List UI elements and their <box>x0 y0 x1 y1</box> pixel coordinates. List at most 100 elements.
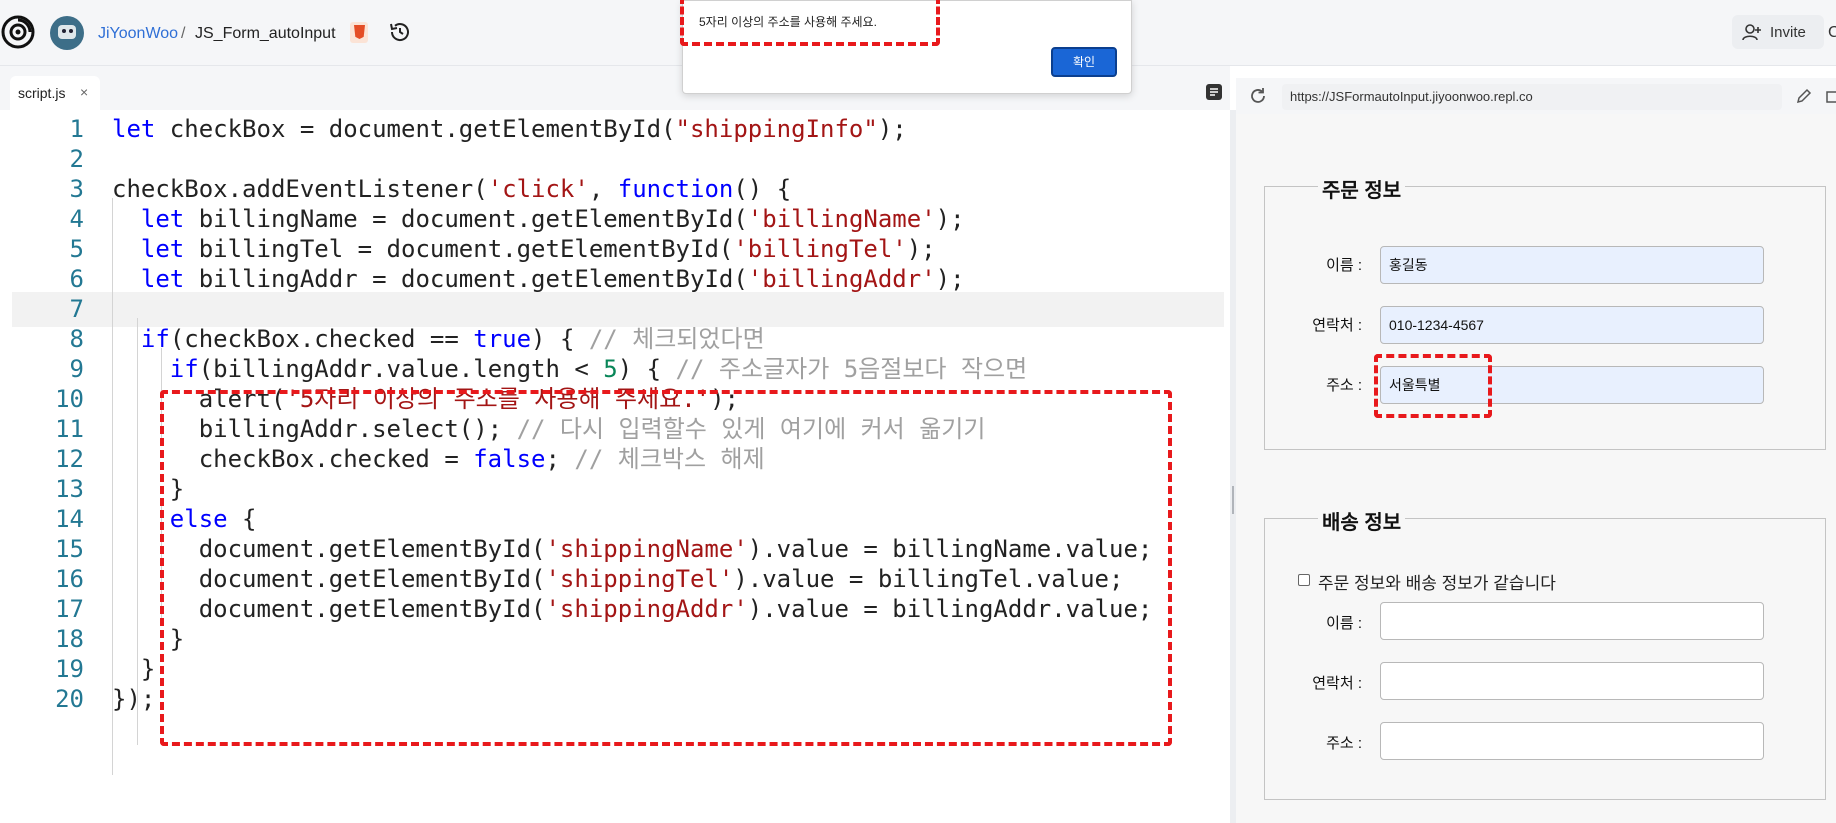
line-number: 9 <box>69 355 84 383</box>
alert-ok-button[interactable]: 확인 <box>1051 47 1117 77</box>
code-token: '5자리 이상의 주소를 사용해 주세요.' <box>285 385 711 413</box>
code-token: 'billingName' <box>747 205 936 233</box>
code-token: billingName = document.getElementById( <box>184 205 748 233</box>
code-token: // 체크되었다면 <box>588 325 765 353</box>
same-info-checkbox[interactable] <box>1298 574 1310 586</box>
code-token: else <box>169 505 228 533</box>
code-token: ); <box>877 115 907 143</box>
code-token: if <box>140 325 170 353</box>
avatar[interactable] <box>50 16 84 50</box>
line-number: 4 <box>69 205 84 233</box>
line-number: 6 <box>69 265 84 293</box>
code-line[interactable]: 19 } <box>12 652 1224 687</box>
code-text: document.getElementById('shippingName').… <box>112 532 1153 567</box>
code-line[interactable]: 15 document.getElementById('shippingName… <box>12 532 1224 567</box>
code-token: 5 <box>603 355 618 383</box>
code-line[interactable]: 7 <box>12 292 1224 327</box>
line-number: 15 <box>55 535 84 563</box>
document-icon[interactable] <box>1204 82 1224 102</box>
code-token: let <box>112 115 156 143</box>
code-token: true <box>473 325 532 353</box>
line-number: 3 <box>69 175 84 203</box>
close-icon[interactable]: × <box>80 84 88 100</box>
code-token: let <box>140 235 185 263</box>
code-line[interactable]: 5 let billingTel = document.getElementBy… <box>12 232 1224 267</box>
code-text: let checkBox = document.getElementById("… <box>112 112 907 147</box>
alert-dialog: 5자리 이상의 주소를 사용해 주세요. 확인 <box>682 0 1132 94</box>
history-icon[interactable] <box>388 20 412 44</box>
tab-script-js[interactable]: script.js × <box>10 76 100 110</box>
line-number: 5 <box>69 235 84 263</box>
code-text: } <box>112 622 184 657</box>
code-token: // 주소글자가 5음절보다 작으면 <box>675 355 1028 383</box>
code-token: 'billingAddr' <box>747 265 936 293</box>
reload-icon[interactable] <box>1248 86 1268 106</box>
code-line[interactable]: 20}); <box>12 682 1224 717</box>
preview-url[interactable]: https://JSFormautoInput.jiyoonwoo.repl.c… <box>1282 84 1782 110</box>
line-number: 14 <box>55 505 84 533</box>
shipping-name-input[interactable] <box>1380 602 1764 640</box>
code-line[interactable]: 8 if(checkBox.checked == true) { // 체크되었… <box>12 322 1224 357</box>
open-new-window-icon[interactable] <box>1826 89 1836 105</box>
breadcrumb-user[interactable]: JiYoonWoo <box>98 24 178 44</box>
pencil-icon[interactable] <box>1796 88 1812 104</box>
pane-resize-handle[interactable] <box>1232 486 1234 514</box>
code-line[interactable]: 2 <box>12 142 1224 177</box>
partial-glyph: C <box>1828 24 1836 41</box>
code-text: checkBox.checked = false; // 체크박스 해제 <box>112 442 765 477</box>
code-line[interactable]: 14 else { <box>12 502 1224 537</box>
line-number: 18 <box>55 625 84 653</box>
shipping-addr-input[interactable] <box>1380 722 1764 760</box>
code-token: billingAddr = document.getElementById( <box>184 265 748 293</box>
billing-addr-input[interactable]: 서울특별 <box>1380 366 1764 404</box>
code-token: document.getElementById( <box>112 595 546 623</box>
code-line[interactable]: 6 let billingAddr = document.getElementB… <box>12 262 1224 297</box>
code-line[interactable]: 4 let billingName = document.getElementB… <box>12 202 1224 237</box>
replit-logo-icon[interactable] <box>0 14 36 50</box>
code-token: , <box>588 175 618 203</box>
line-number: 17 <box>55 595 84 623</box>
code-line[interactable]: 3 checkBox.addEventListener('click', func… <box>12 172 1224 207</box>
code-line[interactable]: 1 let checkBox = document.getElementById(… <box>12 112 1224 147</box>
code-token: (billingAddr.value.length < <box>198 355 604 383</box>
code-text: let billingName = document.getElementByI… <box>112 202 965 237</box>
alert-message: 5자리 이상의 주소를 사용해 주세요. <box>699 15 877 29</box>
line-number: 13 <box>55 475 84 503</box>
invite-button[interactable]: Invite <box>1732 15 1824 49</box>
tab-label: script.js <box>18 85 66 101</box>
code-text: let billingTel = document.getElementById… <box>112 232 936 267</box>
code-line[interactable]: 11 billingAddr.select(); // 다시 입력할수 있게 여… <box>12 412 1224 447</box>
code-line[interactable]: 13 } <box>12 472 1224 507</box>
code-token: function <box>617 175 734 203</box>
code-line[interactable]: 18 } <box>12 622 1224 657</box>
code-editor[interactable]: 20}); 19 } 18 } 17 document.getElementById(… <box>12 110 1224 823</box>
line-number: 16 <box>55 565 84 593</box>
code-line[interactable]: 16 document.getElementById('shippingTel'… <box>12 562 1224 597</box>
code-line[interactable]: 9 if(billingAddr.value.length < 5) { // … <box>12 352 1224 387</box>
code-line[interactable]: 17 document.getElementById('shippingAddr… <box>12 592 1224 627</box>
billing-name-input[interactable]: 홍길동 <box>1380 246 1764 284</box>
code-token: alert( <box>112 385 286 413</box>
order-info-legend: 주문 정보 <box>1318 174 1406 203</box>
line-number: 1 <box>69 115 84 143</box>
add-user-icon <box>1742 24 1761 41</box>
code-token: ); <box>906 235 936 263</box>
breadcrumb-repo[interactable]: JS_Form_autoInput <box>195 24 336 44</box>
code-line[interactable]: 10 alert('5자리 이상의 주소를 사용해 주세요.'); <box>12 382 1224 417</box>
code-text: else { <box>112 502 257 537</box>
code-token: ).value = billingAddr.value; <box>747 595 1153 623</box>
code-text: if(billingAddr.value.length < 5) { // 주소… <box>112 352 1027 387</box>
code-token: if <box>169 355 199 383</box>
shipping-addr-label: 주소 : <box>1326 735 1362 752</box>
shipping-tel-input[interactable] <box>1380 662 1764 700</box>
billing-tel-input[interactable]: 010-1234-4567 <box>1380 306 1764 344</box>
indent-guide <box>112 198 113 775</box>
code-line[interactable]: 12 checkBox.checked = false; // 체크박스 해제 <box>12 442 1224 477</box>
code-token: { <box>227 505 257 533</box>
same-info-label[interactable]: 주문 정보와 배송 정보가 같습니다 <box>1318 569 1556 594</box>
code-token: let <box>140 205 185 233</box>
code-token: ) { <box>617 355 676 383</box>
